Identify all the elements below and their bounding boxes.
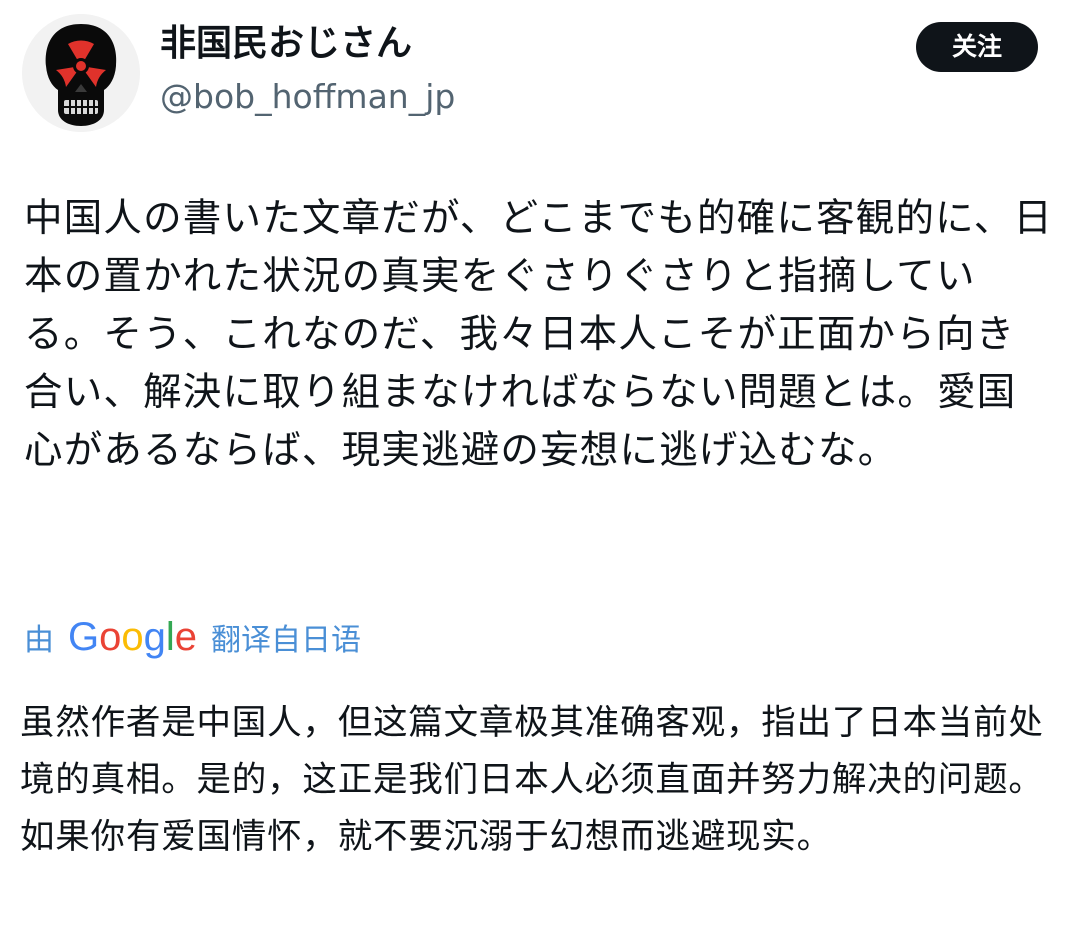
tweet-text: 中国人の書いた文章だが、どこまでも的確に客観的に、日本の置かれた状況の真実をぐさ… xyxy=(24,196,1054,473)
translated-from-label: 翻译自日语 xyxy=(211,623,362,658)
author-display-name[interactable]: 非国民おじさん xyxy=(160,22,412,66)
translation-attribution[interactable]: 由 Google 翻译自日语 xyxy=(24,612,361,662)
translated-text: 虽然作者是中国人，但这篇文章极其准确客观，指出了日本当前处境的真相。是的，这正是… xyxy=(20,703,1044,857)
google-logo: Google xyxy=(68,615,198,659)
avatar[interactable] xyxy=(22,14,140,132)
tweet-header: 非国民おじさん @bob_hoffman_jp 关注 xyxy=(0,0,1080,150)
translated-by-label: 由 xyxy=(24,623,54,658)
author-handle[interactable]: @bob_hoffman_jp xyxy=(160,76,455,118)
follow-button[interactable]: 关注 xyxy=(916,22,1038,72)
skull-radiation-icon xyxy=(22,14,140,132)
